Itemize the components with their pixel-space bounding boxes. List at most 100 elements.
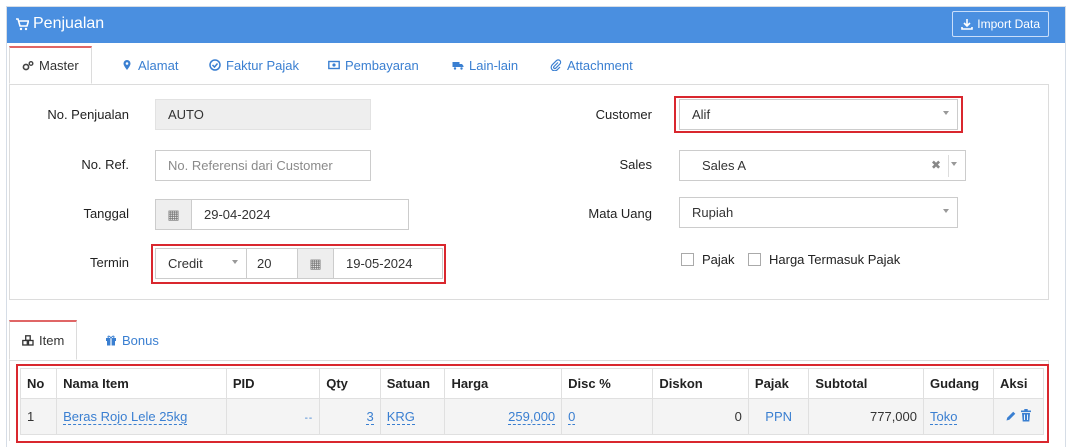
pajak-checkbox[interactable]: Pajak xyxy=(681,252,735,267)
no-penjualan-label: No. Penjualan xyxy=(47,107,129,122)
import-data-button[interactable]: Import Data xyxy=(952,11,1049,37)
cell-harga[interactable]: 259,000 xyxy=(444,398,563,435)
col-pajak: Pajak xyxy=(747,368,810,399)
map-marker-icon xyxy=(123,60,131,70)
download-icon xyxy=(961,19,974,30)
harga-termasuk-pajak-label: Harga Termasuk Pajak xyxy=(769,252,901,267)
termin-days-value: 20 xyxy=(257,256,272,271)
page-title: Penjualan xyxy=(15,15,104,33)
sales-value: Sales A xyxy=(702,158,747,173)
col-qty: Qty xyxy=(319,368,381,399)
termin-due-date-input[interactable]: ▦ 19-05-2024 xyxy=(297,248,443,279)
gift-icon xyxy=(106,335,116,346)
no-ref-placeholder: No. Referensi dari Customer xyxy=(168,158,333,173)
table-row: 1 Beras Rojo Lele 25kg -- 3 KRG 259,000 … xyxy=(19,398,1044,435)
cell-nama-item[interactable]: Beras Rojo Lele 25kg xyxy=(56,398,227,435)
tanggal-value: 29-04-2024 xyxy=(204,207,271,222)
tab-pembayaran-label: Pembayaran xyxy=(345,57,419,73)
no-penjualan-value: AUTO xyxy=(168,107,204,122)
tanggal-label: Tanggal xyxy=(83,206,129,221)
cell-subtotal: 777,000 xyxy=(808,398,924,435)
chevron-down-icon xyxy=(951,162,957,166)
gudang-link[interactable]: Toko xyxy=(930,409,958,425)
import-data-label: Import Data xyxy=(977,17,1040,31)
tab-lain-lain-label: Lain-lain xyxy=(469,57,519,73)
cell-no: 1 xyxy=(19,398,58,435)
page-title-text: Penjualan xyxy=(33,15,105,32)
cogs-icon xyxy=(22,60,34,70)
col-harga: Harga xyxy=(444,368,563,399)
chevron-down-icon xyxy=(232,260,238,264)
cell-satuan[interactable]: KRG xyxy=(379,398,446,435)
disc-link[interactable]: 0 xyxy=(568,409,576,425)
check-circle-icon xyxy=(209,59,221,71)
harga-termasuk-pajak-box[interactable] xyxy=(748,253,761,266)
nama-item-link[interactable]: Beras Rojo Lele 25kg xyxy=(63,409,188,425)
customer-value: Alif xyxy=(692,107,711,122)
calendar-icon: ▦ xyxy=(298,249,334,278)
harga-termasuk-pajak-checkbox[interactable]: Harga Termasuk Pajak xyxy=(748,252,900,267)
mata-uang-label: Mata Uang xyxy=(588,206,652,221)
customer-select[interactable]: Alif xyxy=(679,99,958,130)
tab-master[interactable]: Master xyxy=(9,46,92,84)
col-no: No xyxy=(19,368,58,399)
col-disc: Disc % xyxy=(561,368,654,399)
qty-link[interactable]: 3 xyxy=(366,409,374,425)
cell-aksi xyxy=(993,398,1044,435)
tanggal-input[interactable]: ▦ 29-04-2024 xyxy=(155,199,409,230)
col-aksi: Aksi xyxy=(993,368,1044,399)
customer-label: Customer xyxy=(595,107,652,122)
tab-pembayaran[interactable]: Pembayaran xyxy=(328,46,419,84)
money-icon xyxy=(328,60,340,70)
truck-icon xyxy=(452,62,464,70)
tab-item-label: Item xyxy=(39,333,65,348)
panel-header: Penjualan Import Data xyxy=(7,7,1065,43)
satuan-link[interactable]: KRG xyxy=(386,409,415,425)
termin-days-input[interactable]: 20 xyxy=(246,248,298,279)
trash-icon[interactable] xyxy=(1020,408,1032,422)
cell-pid[interactable]: -- xyxy=(225,398,321,435)
mata-uang-select[interactable]: Rupiah xyxy=(679,197,958,228)
tab-master-label: Master xyxy=(39,58,79,73)
tab-attachment-label: Attachment xyxy=(567,57,633,73)
tab-faktur-pajak-label: Faktur Pajak xyxy=(226,57,299,73)
shopping-cart-icon xyxy=(16,18,29,31)
pid-empty-link[interactable]: -- xyxy=(305,413,314,424)
tab-item[interactable]: Item xyxy=(9,320,78,360)
tab-bonus-label: Bonus xyxy=(122,332,159,348)
cubes-icon xyxy=(22,334,34,346)
no-penjualan-field: AUTO xyxy=(155,99,371,130)
no-ref-input[interactable]: No. Referensi dari Customer xyxy=(155,150,371,181)
calendar-icon: ▦ xyxy=(156,200,192,229)
no-ref-label: No. Ref. xyxy=(81,157,129,172)
pajak-link[interactable]: PPN xyxy=(765,409,792,424)
table-header-row: No Nama Item PID Qty Satuan Harga Disc %… xyxy=(19,368,1044,399)
tab-faktur-pajak[interactable]: Faktur Pajak xyxy=(209,46,299,84)
tab-alamat-label: Alamat xyxy=(138,57,179,73)
col-gudang: Gudang xyxy=(922,368,995,399)
col-subtotal: Subtotal xyxy=(808,368,924,399)
mata-uang-value: Rupiah xyxy=(692,205,734,220)
col-pid: PID xyxy=(225,368,321,399)
tab-alamat[interactable]: Alamat xyxy=(121,46,178,84)
sales-select[interactable]: Sales A ✖ xyxy=(679,150,966,181)
select-divider xyxy=(948,155,949,177)
termin-type-select[interactable]: Credit xyxy=(155,248,247,279)
form-tabs: Master Alamat Faktur Pajak Pembayaran La… xyxy=(9,46,1049,84)
chevron-down-icon xyxy=(943,111,949,115)
cell-gudang[interactable]: Toko xyxy=(922,398,995,435)
col-satuan: Satuan xyxy=(379,368,446,399)
col-nama-item: Nama Item xyxy=(56,368,227,399)
pajak-checkbox-box[interactable] xyxy=(681,253,694,266)
cell-disc[interactable]: 0 xyxy=(561,398,654,435)
tab-bonus[interactable]: Bonus xyxy=(105,320,159,360)
cell-qty[interactable]: 3 xyxy=(319,398,381,435)
pencil-icon[interactable] xyxy=(1005,410,1017,422)
harga-link[interactable]: 259,000 xyxy=(508,409,556,425)
cell-pajak[interactable]: PPN xyxy=(747,398,810,435)
termin-label: Termin xyxy=(89,255,129,270)
tab-lain-lain[interactable]: Lain-lain xyxy=(452,46,518,84)
clear-icon[interactable]: ✖ xyxy=(931,158,941,172)
col-diskon: Diskon xyxy=(652,368,749,399)
tab-attachment[interactable]: Attachment xyxy=(550,46,633,84)
